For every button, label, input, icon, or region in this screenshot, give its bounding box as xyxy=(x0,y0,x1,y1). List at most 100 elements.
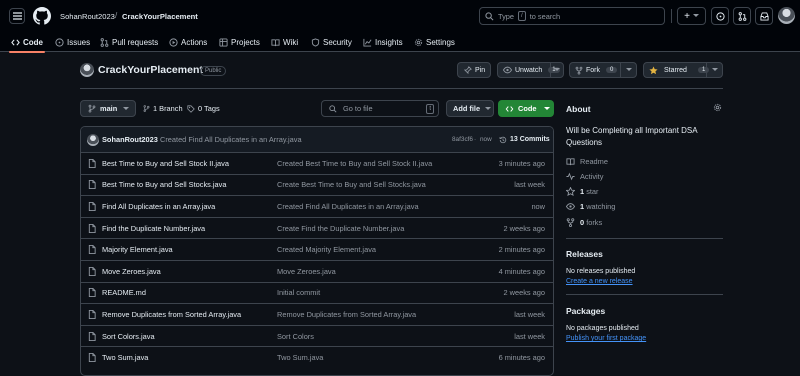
file-name-link[interactable]: README.md xyxy=(102,288,146,297)
table-row[interactable]: Sort Colors.java Sort Colors last week xyxy=(80,324,554,347)
file-name-link[interactable]: Majority Element.java xyxy=(102,245,173,254)
tab-label: Settings xyxy=(426,37,455,47)
chevron-down-icon xyxy=(625,68,632,71)
create-release-link[interactable]: Create a new release xyxy=(566,278,633,285)
issues-button[interactable] xyxy=(711,7,729,25)
table-row[interactable]: Best Time to Buy and Sell Stock II.java C… xyxy=(80,152,554,174)
about-heading: About xyxy=(566,104,591,114)
fork-button[interactable]: Fork 0 xyxy=(569,62,637,78)
commit-hash[interactable]: 8af3cf6 xyxy=(452,136,473,143)
repo-title[interactable]: CrackYourPlacement xyxy=(98,64,203,76)
menu-button[interactable] xyxy=(9,8,25,24)
tab-wiki[interactable]: Wiki xyxy=(271,36,298,48)
tab-insights[interactable]: Insights xyxy=(363,36,403,48)
file-commit-message[interactable]: Create Find the Duplicate Number.java xyxy=(277,224,404,233)
starred-button[interactable]: Starred 1 xyxy=(643,62,723,78)
file-commit-message[interactable]: Created Find All Duplicates in an Array.… xyxy=(277,202,419,211)
code-button[interactable]: Code xyxy=(498,100,554,117)
file-name-link[interactable]: Best Time to Buy and Sell Stocks.java xyxy=(102,180,226,189)
eye-icon xyxy=(503,66,512,74)
tab-label: Wiki xyxy=(283,37,299,47)
search-input[interactable]: Type / to search xyxy=(479,7,665,25)
star-icon xyxy=(649,66,658,74)
stars-label: star xyxy=(586,187,599,196)
gear-icon xyxy=(414,38,423,46)
file-name-link[interactable]: Remove Duplicates from Sorted Array.java xyxy=(102,310,241,319)
star-dropdown[interactable] xyxy=(706,63,722,77)
pull-requests-button[interactable] xyxy=(733,7,751,25)
issue-icon xyxy=(715,11,725,21)
packages-heading[interactable]: Packages xyxy=(566,306,605,316)
fork-label: Fork xyxy=(586,66,600,74)
table-row[interactable]: Best Time to Buy and Sell Stocks.java Cre… xyxy=(80,173,554,196)
tab-pull-requests[interactable]: Pull requests xyxy=(100,36,158,48)
file-commit-message[interactable]: Move Zeroes.java xyxy=(277,267,336,276)
file-name-link[interactable]: Two Sum.java xyxy=(102,353,148,362)
publish-package-link[interactable]: Publish your first package xyxy=(566,335,646,342)
pin-button[interactable]: Pin xyxy=(457,62,491,78)
file-commit-message[interactable]: Remove Duplicates from Sorted Array.java xyxy=(277,310,416,319)
commits-link[interactable]: 13 Commits xyxy=(499,136,550,144)
file-commit-message[interactable]: Create Best Time to Buy and Sell Stocks.… xyxy=(277,180,426,189)
inbox-button[interactable] xyxy=(755,7,773,25)
forks-link[interactable]: 0 forks xyxy=(566,218,602,227)
stars-link[interactable]: 1 star xyxy=(566,187,599,196)
file-name-link[interactable]: Best Time to Buy and Sell Stock II.java xyxy=(102,159,229,168)
table-row[interactable]: Find the Duplicate Number.java Create Fin… xyxy=(80,216,554,239)
file-icon xyxy=(88,309,96,319)
table-row[interactable]: Remove Duplicates from Sorted Array.java… xyxy=(80,303,554,325)
table-row[interactable]: README.md Initial commit 2 weeks ago xyxy=(80,281,554,304)
pull-request-icon xyxy=(738,11,746,21)
header-repo-link[interactable]: CrackYourPlacement xyxy=(122,12,198,21)
chevron-down-icon xyxy=(554,68,560,71)
search-icon xyxy=(485,11,494,20)
unwatch-dropdown[interactable] xyxy=(550,63,563,77)
readme-link[interactable]: Readme xyxy=(566,157,608,166)
tab-settings[interactable]: Settings xyxy=(414,36,455,48)
table-row[interactable]: Find All Duplicates in an Array.java Crea… xyxy=(80,195,554,217)
tab-security[interactable]: Security xyxy=(311,36,352,48)
file-name-link[interactable]: Sort Colors.java xyxy=(102,332,155,341)
file-icon xyxy=(88,158,96,168)
chevron-down-icon xyxy=(485,106,492,110)
tags-link[interactable]: 0 Tags xyxy=(187,104,220,113)
file-commit-message[interactable]: Initial commit xyxy=(277,288,320,297)
commits-count: 13 Commits xyxy=(510,136,550,143)
chevron-down-icon xyxy=(544,106,551,110)
file-commit-message[interactable]: Created Majority Element.java xyxy=(277,245,376,254)
fork-dropdown[interactable] xyxy=(620,63,636,77)
file-name-link[interactable]: Move Zeroes.java xyxy=(102,267,161,276)
avatar[interactable] xyxy=(778,7,795,24)
chevron-down-icon xyxy=(692,14,699,17)
file-name-link[interactable]: Find the Duplicate Number.java xyxy=(102,224,205,233)
file-name-link[interactable]: Find All Duplicates in an Array.java xyxy=(102,202,215,211)
file-commit-message[interactable]: Sort Colors xyxy=(277,332,314,341)
file-icon xyxy=(88,266,96,276)
watching-link[interactable]: 1 watching xyxy=(566,202,615,211)
play-icon xyxy=(169,37,178,47)
add-file-button[interactable]: Add file xyxy=(446,100,494,117)
activity-link[interactable]: Activity xyxy=(566,172,603,181)
commit-author[interactable]: SohanRout2023 xyxy=(102,135,158,144)
file-commit-message[interactable]: Created Best Time to Buy and Sell Stock … xyxy=(277,159,432,168)
go-to-file-input[interactable]: Go to file t xyxy=(321,100,439,117)
releases-heading[interactable]: Releases xyxy=(566,249,603,259)
tab-issues[interactable]: Issues xyxy=(55,36,90,48)
tab-projects[interactable]: Projects xyxy=(219,36,260,48)
tab-actions[interactable]: Actions xyxy=(169,36,207,48)
table-row[interactable]: Move Zeroes.java Move Zeroes.java 4 minute… xyxy=(80,260,554,282)
file-icon xyxy=(88,245,96,255)
branches-link[interactable]: 1 Branch xyxy=(143,104,183,113)
branch-selector[interactable]: main xyxy=(80,100,136,117)
tab-code[interactable]: Code xyxy=(11,36,43,48)
header-owner-link[interactable]: SohanRout2023 xyxy=(60,12,115,21)
commit-message[interactable]: Created Find All Duplicates in an Array.… xyxy=(160,135,302,144)
github-logo-icon[interactable] xyxy=(33,7,51,25)
sidebar-divider xyxy=(566,294,723,295)
file-commit-message[interactable]: Two Sum.java xyxy=(277,353,323,362)
table-row[interactable]: Majority Element.java Created Majority El… xyxy=(80,238,554,260)
create-new-button[interactable]: + xyxy=(677,7,706,25)
fork-icon xyxy=(575,66,583,75)
unwatch-button[interactable]: Unwatch 1 xyxy=(497,62,564,78)
gear-icon[interactable] xyxy=(713,103,722,112)
